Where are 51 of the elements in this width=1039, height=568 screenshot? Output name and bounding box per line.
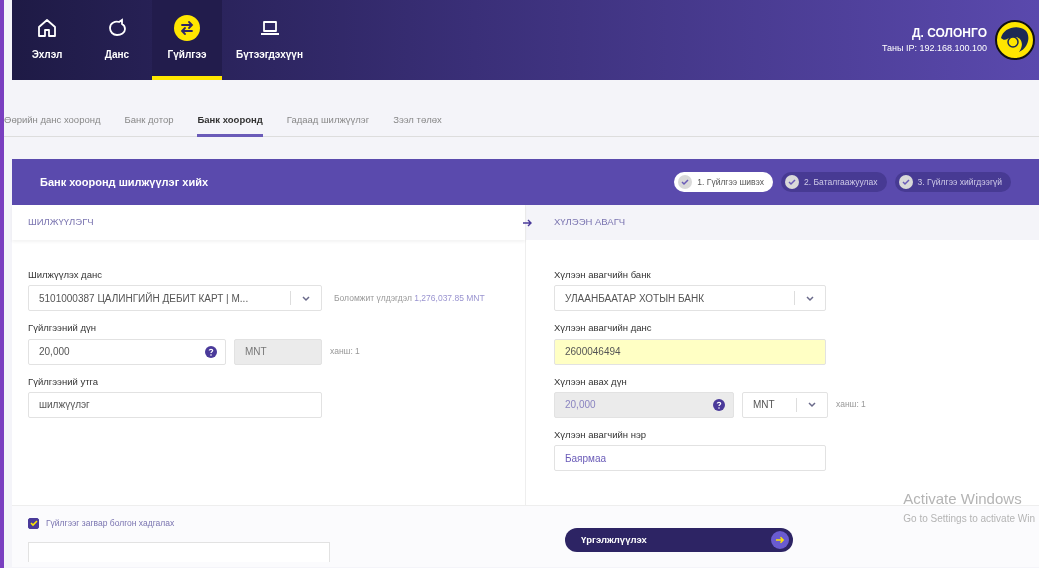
currency-field[interactable]: MNT — [234, 338, 322, 365]
nav-tab[interactable]: Гүйлгээ — [152, 0, 222, 80]
home-icon — [36, 16, 58, 39]
exchange-rate: ханш: 1 — [330, 345, 360, 358]
sub-tab[interactable]: Банк дотор — [124, 112, 174, 137]
exchange-rate: ханш: 1 — [836, 398, 866, 412]
available-balance: Боломжит үлдэгдэл 1,276,037.85 MNT — [334, 291, 485, 305]
panel-title: Банк хооронд шилжүүлэг хийх — [40, 174, 209, 190]
field-label: Гүйлгээний дүн — [28, 321, 97, 336]
field-label: Хүлээн авагчийн данс — [554, 321, 653, 336]
save-template-checkbox[interactable]: Гүйлгээг загвар болгон хадгалах — [28, 517, 525, 530]
nav-tab[interactable]: Эхлэл — [12, 0, 82, 80]
field-label: Гүйлгээний утга — [28, 374, 100, 389]
sub-tab[interactable]: Зээл төлөх — [393, 112, 442, 137]
check-icon — [681, 178, 690, 186]
field-label: Шилжүүлэх данс — [28, 268, 103, 282]
name-field[interactable]: Баярмаа — [554, 445, 826, 471]
help-icon — [713, 398, 725, 411]
activation-message: Go to Settings to activate Win — [903, 511, 1035, 526]
template-name-field[interactable] — [28, 541, 330, 562]
description-field[interactable]: шилжүүлэг — [28, 391, 322, 418]
check-icon — [901, 178, 910, 186]
activation-title: Activate Windows — [903, 489, 1023, 509]
chevron-icon — [807, 400, 817, 410]
check-icon — [788, 178, 797, 186]
help-icon — [205, 345, 217, 358]
chevron-icon — [805, 293, 815, 303]
piggy-bank-icon — [106, 16, 128, 39]
field-label: Хүлээн авагчийн банк — [554, 268, 652, 282]
account-select[interactable]: 5101000387 ЦАЛИНГИЙН ДЕБИТ КАРТ | M... — [28, 285, 322, 312]
step-pill: 3. Гүйлгээ хийгдээгүй — [894, 172, 1011, 192]
field-label: Хүлээн авах дүн — [554, 374, 628, 389]
nav-tab[interactable]: Данс — [82, 0, 152, 80]
sub-tab[interactable]: Банк хооронд — [197, 112, 263, 137]
account-field[interactable]: 2600046494 — [554, 338, 826, 365]
field-label: Хүлээн авагчийн нэр — [554, 427, 647, 442]
user-name: Д. СОЛОНГО — [910, 25, 987, 43]
avatar-icon — [995, 20, 1035, 60]
amount-field[interactable]: 20,000 — [28, 338, 226, 365]
section-heading: ШИЛЖҮҮЛЭГЧ — [28, 215, 94, 230]
section-heading: ХҮЛЭЭН АВАГЧ — [554, 215, 626, 230]
ip-address: Таны IP: 192.168.100.100 — [881, 42, 987, 56]
chevron-icon — [301, 293, 311, 303]
nav-tab[interactable]: Бүтээгдэхүүн — [222, 0, 317, 80]
check-icon — [29, 519, 38, 528]
step-pill: 2. Баталгаажуулах — [781, 172, 887, 192]
arrow-icon — [775, 536, 785, 544]
bank-select[interactable]: УЛААНБААТАР ХОТЫН БАНК — [554, 285, 826, 312]
step-pill: 1. Гүйлгээ шивэх — [674, 172, 774, 192]
continue-button[interactable]: Үргэлжлүүлэх — [565, 528, 793, 552]
arrow-icon — [523, 218, 533, 227]
